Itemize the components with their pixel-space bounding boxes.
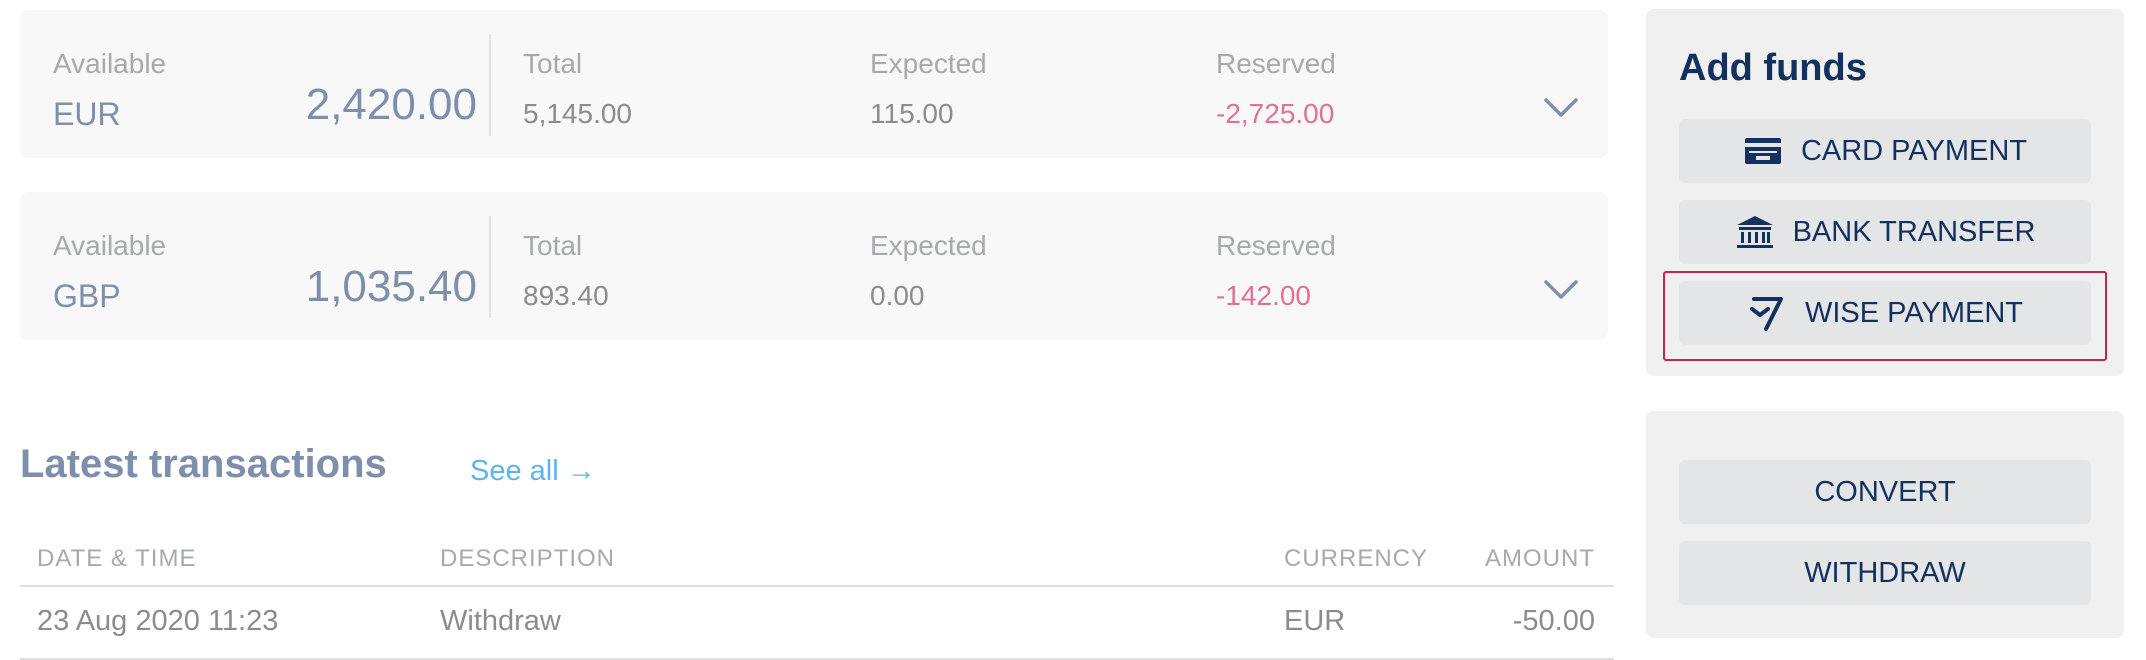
bank-transfer-label: BANK TRANSFER [1792,215,2036,248]
currency-code: EUR [53,96,121,132]
balance-card-gbp: Available GBP 1,035.40 Total 893.40 Expe… [20,192,1608,340]
total-label: Total [523,48,583,79]
convert-button[interactable]: CONVERT [1679,460,2091,524]
chevron-down-icon[interactable] [1544,278,1578,302]
reserved-label: Reserved [1216,230,1336,261]
add-funds-panel: Add funds CARD PAYMENT BANK TRANSFER WIS… [1646,9,2124,376]
reserved-label: Reserved [1216,48,1336,79]
currency-code: GBP [53,278,121,314]
actions-panel: CONVERT WITHDRAW [1646,411,2124,638]
balance-card-eur: Available EUR 2,420.00 Total 5,145.00 Ex… [20,10,1608,158]
transaction-description: Withdraw [440,605,561,637]
total-label: Total [523,230,583,261]
total-value: 893.40 [523,280,609,311]
total-value: 5,145.00 [523,98,632,129]
reserved-value: -142.00 [1216,280,1311,311]
withdraw-label: WITHDRAW [1804,556,1966,589]
available-label: Available [53,48,167,79]
table-divider [20,585,1614,587]
reserved-value: -2,725.00 [1216,98,1335,129]
latest-transactions-title: Latest transactions [20,442,387,486]
card-payment-button[interactable]: CARD PAYMENT [1679,119,2091,183]
bank-transfer-button[interactable]: BANK TRANSFER [1679,200,2091,264]
available-amount: 2,420.00 [305,80,477,129]
expected-value: 115.00 [870,98,954,129]
see-all-link[interactable]: See all → [470,455,596,488]
bank-icon [1735,215,1775,249]
expected-value: 0.00 [870,280,925,311]
available-amount: 1,035.40 [305,262,477,311]
withdraw-button[interactable]: WITHDRAW [1679,541,2091,605]
expected-label: Expected [870,48,987,79]
expected-label: Expected [870,230,987,261]
column-header-date: DATE & TIME [37,545,197,572]
transaction-datetime: 23 Aug 2020 11:23 [37,605,279,637]
available-label: Available [53,230,167,261]
card-icon [1743,134,1783,168]
selection-highlight [1663,271,2107,361]
add-funds-title: Add funds [1679,47,1867,89]
divider [489,34,491,136]
divider [489,216,491,318]
chevron-down-icon[interactable] [1544,96,1578,120]
transaction-currency: EUR [1284,605,1346,637]
column-header-description: DESCRIPTION [440,545,616,572]
transaction-amount: -50.00 [1512,605,1595,637]
card-payment-label: CARD PAYMENT [1800,134,2028,167]
column-header-amount: AMOUNT [1485,545,1595,572]
column-header-currency: CURRENCY [1284,545,1429,572]
convert-label: CONVERT [1814,475,1956,508]
